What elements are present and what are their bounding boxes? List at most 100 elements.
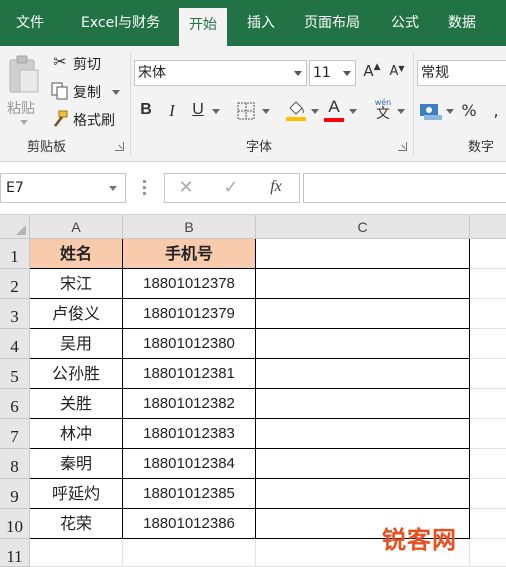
empty-cell[interactable] (256, 389, 470, 419)
column-header-b[interactable]: B (123, 215, 256, 239)
empty-cell[interactable] (470, 509, 506, 539)
underline-dropdown-icon[interactable] (212, 109, 220, 114)
table-header-cell[interactable]: 姓名 (30, 239, 123, 269)
phonetic-guide-icon[interactable]: wén 文 (372, 98, 394, 124)
name-cell[interactable]: 呼延灼 (30, 479, 123, 509)
phone-cell[interactable]: 18801012384 (123, 449, 256, 479)
empty-cell[interactable] (470, 449, 506, 479)
cut-button[interactable]: ✂ 剪切 (50, 52, 120, 74)
formula-input[interactable] (303, 173, 506, 203)
paste-button[interactable]: 粘贴 (4, 52, 42, 126)
name-cell[interactable]: 秦明 (30, 449, 123, 479)
font-size-combo[interactable]: 11 (309, 60, 356, 86)
row-header[interactable]: 5 (0, 359, 30, 389)
increase-font-size-icon[interactable]: A▲ (362, 62, 382, 80)
decrease-font-size-icon[interactable]: A▼ (387, 64, 407, 79)
empty-cell[interactable] (256, 299, 470, 329)
empty-cell[interactable] (256, 359, 470, 389)
name-cell[interactable]: 卢俊义 (30, 299, 123, 329)
enter-check-icon[interactable]: ✓ (220, 177, 242, 198)
empty-cell[interactable] (256, 239, 470, 269)
underline-button[interactable]: U (188, 101, 208, 119)
comma-style-icon[interactable]: , (486, 101, 506, 120)
empty-cell[interactable] (470, 269, 506, 299)
row-header[interactable]: 10 (0, 509, 30, 539)
empty-cell[interactable] (470, 389, 506, 419)
column-header-a[interactable]: A (30, 215, 123, 239)
font-color-dropdown-icon[interactable] (349, 109, 357, 114)
bold-button[interactable]: B (136, 101, 156, 119)
number-format-combo[interactable]: 常规 (417, 60, 506, 86)
empty-cell[interactable] (30, 539, 123, 567)
name-cell[interactable]: 公孙胜 (30, 359, 123, 389)
empty-cell[interactable] (123, 539, 256, 567)
tab-excel-finance[interactable]: Excel与财务 (81, 0, 160, 46)
empty-cell[interactable] (256, 479, 470, 509)
phonetic-dropdown-icon[interactable] (397, 109, 405, 114)
empty-cell[interactable] (470, 539, 506, 567)
fill-color-icon[interactable] (285, 98, 307, 122)
row-header[interactable]: 3 (0, 299, 30, 329)
fill-color-dropdown-icon[interactable] (311, 109, 319, 114)
name-cell[interactable]: 吴用 (30, 329, 123, 359)
empty-cell[interactable] (256, 329, 470, 359)
column-header-d[interactable] (470, 215, 506, 239)
clipboard-launcher-icon[interactable] (115, 142, 124, 151)
row-header[interactable]: 2 (0, 269, 30, 299)
select-all-corner[interactable] (0, 215, 30, 239)
formula-bar-splitter-icon[interactable] (143, 180, 147, 196)
empty-cell[interactable] (256, 419, 470, 449)
tab-home[interactable]: 开始 (179, 8, 227, 46)
tab-page-layout[interactable]: 页面布局 (304, 0, 360, 46)
phone-cell[interactable]: 18801012386 (123, 509, 256, 539)
empty-cell[interactable] (470, 299, 506, 329)
row-header[interactable]: 4 (0, 329, 30, 359)
column-header-c[interactable]: C (256, 215, 470, 239)
borders-icon[interactable] (236, 101, 256, 121)
empty-cell[interactable] (470, 329, 506, 359)
font-color-icon[interactable]: A (324, 97, 344, 117)
cancel-icon[interactable]: ✕ (175, 177, 197, 198)
empty-cell[interactable] (256, 269, 470, 299)
copy-dropdown-icon (112, 90, 120, 95)
tab-insert[interactable]: 插入 (247, 0, 275, 46)
phone-cell[interactable]: 18801012381 (123, 359, 256, 389)
tab-data[interactable]: 数据 (448, 0, 476, 46)
borders-dropdown-icon[interactable] (262, 109, 270, 114)
row-header[interactable]: 8 (0, 449, 30, 479)
empty-cell[interactable] (470, 479, 506, 509)
phone-cell[interactable]: 18801012380 (123, 329, 256, 359)
phone-cell[interactable]: 18801012385 (123, 479, 256, 509)
insert-function-button[interactable]: fx (263, 178, 289, 196)
empty-cell[interactable] (470, 239, 506, 269)
empty-cell[interactable] (470, 419, 506, 449)
font-launcher-icon[interactable] (398, 142, 407, 151)
row-header[interactable]: 11 (0, 539, 30, 567)
italic-button[interactable]: I (162, 101, 182, 121)
name-box[interactable]: E7 (0, 173, 126, 203)
empty-cell[interactable] (470, 359, 506, 389)
font-name-combo[interactable]: 宋体 (134, 60, 307, 86)
table-header-cell[interactable]: 手机号 (123, 239, 256, 269)
phone-cell[interactable]: 18801012378 (123, 269, 256, 299)
accounting-format-icon[interactable] (419, 101, 443, 121)
percent-style-button[interactable]: % (459, 101, 479, 120)
name-cell[interactable]: 宋江 (30, 269, 123, 299)
row-header[interactable]: 9 (0, 479, 30, 509)
row-header[interactable]: 1 (0, 239, 30, 269)
name-cell[interactable]: 花荣 (30, 509, 123, 539)
row-header[interactable]: 6 (0, 389, 30, 419)
tab-formulas[interactable]: 公式 (391, 0, 419, 46)
phone-cell[interactable]: 18801012383 (123, 419, 256, 449)
empty-cell[interactable] (256, 449, 470, 479)
phone-cell[interactable]: 18801012379 (123, 299, 256, 329)
row-header[interactable]: 7 (0, 419, 30, 449)
name-cell[interactable]: 关胜 (30, 389, 123, 419)
name-cell[interactable]: 林冲 (30, 419, 123, 449)
accounting-dropdown-icon[interactable] (446, 109, 454, 114)
copy-button[interactable]: 复制 (50, 80, 124, 102)
font-size-dropdown-icon (343, 71, 351, 76)
format-painter-button[interactable]: 格式刷 (50, 108, 124, 130)
tab-file[interactable]: 文件 (16, 0, 44, 46)
phone-cell[interactable]: 18801012382 (123, 389, 256, 419)
